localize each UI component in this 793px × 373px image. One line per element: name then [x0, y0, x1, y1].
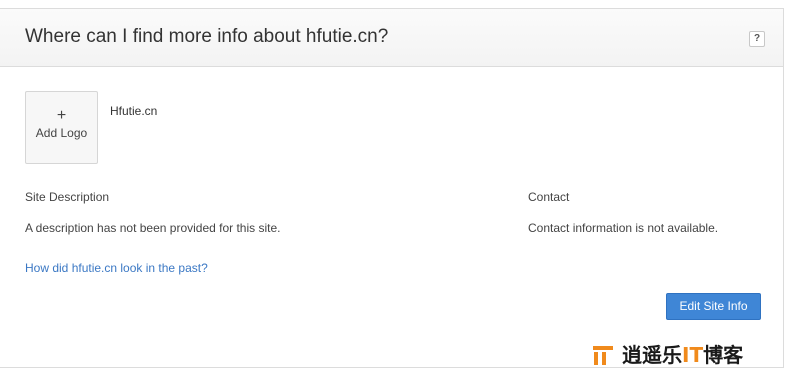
watermark-suffix: 博客 — [703, 343, 744, 367]
site-name: Hfutie.cn — [110, 104, 158, 118]
watermark-accent: IT — [682, 343, 704, 367]
plus-icon: + — [56, 107, 67, 124]
watermark: 逍遥乐IT博客 — [592, 343, 743, 367]
add-logo-button[interactable]: + Add Logo — [25, 91, 98, 164]
contact-text: Contact information is not available. — [528, 221, 719, 235]
watermark-prefix: 逍遥乐 — [622, 343, 682, 367]
contact-label: Contact — [528, 190, 570, 204]
site-description-label: Site Description — [25, 190, 110, 204]
add-logo-label: Add Logo — [35, 126, 88, 140]
watermark-text: 逍遥乐IT博客 — [622, 344, 743, 366]
edit-site-info-button[interactable]: Edit Site Info — [666, 293, 761, 320]
site-info-panel: Where can I find more info about hfutie.… — [0, 8, 784, 368]
help-button[interactable]: ? — [749, 31, 765, 47]
panel-title: Where can I find more info about hfutie.… — [25, 26, 389, 47]
site-description-text: A description has not been provided for … — [25, 221, 281, 235]
panel-header: Where can I find more info about hfutie.… — [0, 9, 783, 67]
it-logo-icon — [592, 344, 614, 366]
past-history-link[interactable]: How did hfutie.cn look in the past? — [25, 261, 208, 275]
